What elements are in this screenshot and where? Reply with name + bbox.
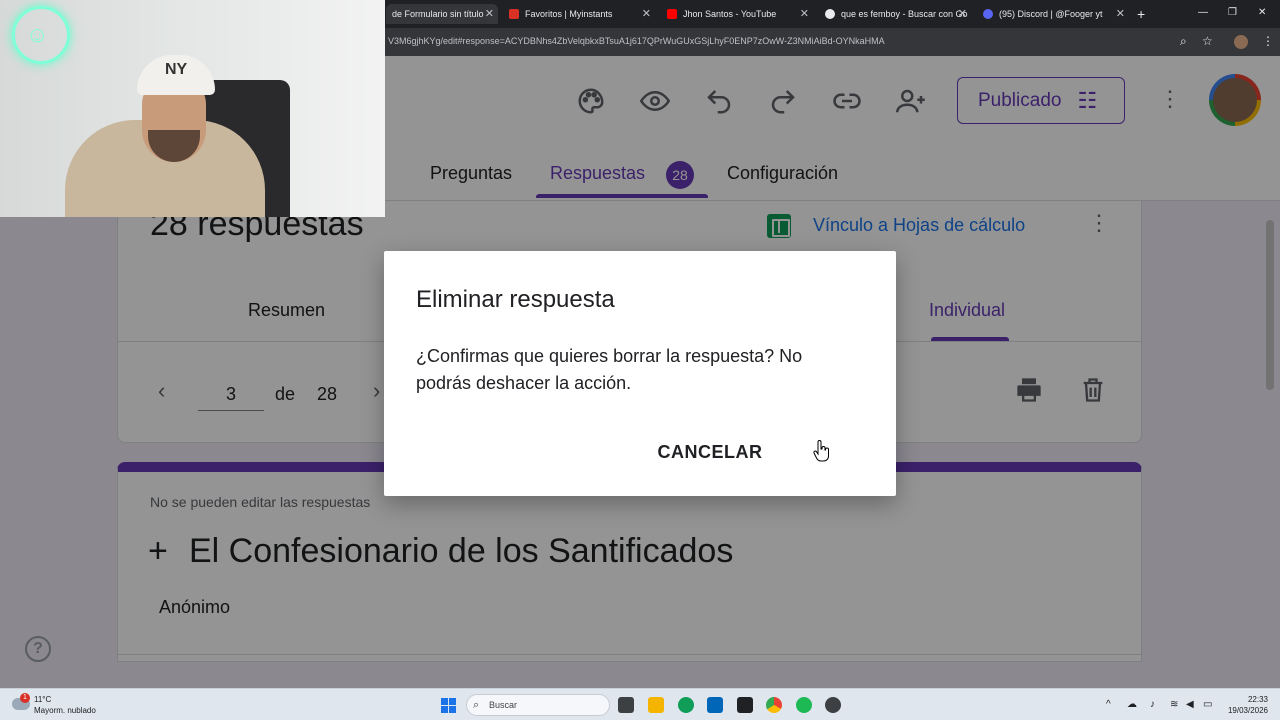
browser-tab-google[interactable]: que es femboy - Buscar con Go ✕ — [819, 4, 971, 24]
new-tab-icon[interactable]: + — [1137, 6, 1145, 22]
obs-icon[interactable] — [825, 697, 841, 713]
close-tab-icon[interactable]: ✕ — [485, 7, 494, 20]
clock-date: 19/03/2026 — [1227, 706, 1268, 715]
windows-start-icon[interactable] — [441, 698, 456, 713]
chrome-icon[interactable] — [766, 697, 782, 713]
close-tab-icon[interactable]: ✕ — [1116, 7, 1125, 20]
wifi-icon[interactable]: ≋ — [1170, 699, 1178, 710]
browser-tab-myinstants[interactable]: Favoritos | Myinstants ✕ — [503, 4, 655, 24]
store-icon[interactable] — [707, 697, 723, 713]
tab-label: que es femboy - Buscar con Go — [841, 9, 968, 19]
tab-label: de Formulario sin título — [392, 9, 484, 19]
browser-tab-youtube[interactable]: Jhon Santos - YouTube ✕ — [661, 4, 813, 24]
browser-profile-icon[interactable] — [1234, 35, 1248, 49]
close-window-icon[interactable]: ✕ — [1258, 7, 1266, 18]
cap-logo: NY — [165, 61, 188, 78]
discord-favicon-icon — [983, 9, 993, 19]
url-text[interactable]: V3M6gjhKYg/edit#response=ACYDBNhs4ZbVelq… — [388, 36, 885, 46]
hand-cursor-icon — [812, 440, 830, 462]
temperature: 11°C — [34, 695, 52, 704]
google-favicon-icon — [825, 9, 835, 19]
volume-icon[interactable]: ◀ — [1186, 699, 1194, 710]
mic-icon[interactable]: ♪ — [1150, 699, 1155, 710]
search-placeholder: Buscar — [489, 700, 518, 710]
dialog-title: Eliminar respuesta — [416, 286, 615, 313]
task-view-icon[interactable] — [618, 697, 634, 713]
weather-description: Mayorm. nublado — [34, 706, 96, 715]
battery-icon[interactable]: ▭ — [1203, 699, 1212, 710]
windows-taskbar: 1 11°C Mayorm. nublado ⌕ Buscar ^ ☁ ♪ ≋ … — [0, 688, 1280, 720]
tab-label: Favoritos | Myinstants — [525, 9, 613, 19]
zoom-icon[interactable]: ⌕ — [1180, 34, 1187, 49]
bookmark-star-icon[interactable]: ☆ — [1202, 34, 1213, 48]
minimize-icon[interactable]: — — [1198, 7, 1208, 18]
chevron-up-icon[interactable]: ^ — [1106, 699, 1111, 710]
browser-tab-discord[interactable]: (95) Discord | @Fooger yt ✕ — [977, 4, 1129, 24]
notification-badge: 1 — [20, 693, 30, 703]
webcam-overlay: ☺ NY — [0, 0, 385, 217]
taskbar-search-input[interactable]: ⌕ Buscar — [466, 694, 610, 716]
tab-label: (95) Discord | @Fooger yt — [999, 9, 1103, 19]
restore-icon[interactable]: ❐ — [1228, 7, 1237, 18]
dialog-message: ¿Confirmas que quieres borrar la respues… — [416, 346, 803, 393]
close-tab-icon[interactable]: ✕ — [642, 7, 651, 20]
system-clock[interactable]: 22:33 19/03/2026 — [1222, 694, 1268, 716]
search-icon: ⌕ — [473, 699, 480, 711]
browser-menu-icon[interactable]: ⋮ — [1262, 34, 1274, 48]
cancel-button[interactable]: CANCELAR — [646, 433, 774, 471]
browser-tab-forms[interactable]: de Formulario sin título ✕ — [386, 4, 498, 24]
network-icon[interactable]: ☁ — [1127, 699, 1137, 710]
myinstants-favicon-icon — [509, 9, 519, 19]
edge-icon[interactable] — [678, 697, 694, 713]
file-explorer-icon[interactable] — [648, 697, 664, 713]
spotify-icon[interactable] — [796, 697, 812, 713]
neon-face-icon: ☺ — [26, 22, 49, 47]
close-tab-icon[interactable]: ✕ — [958, 7, 967, 20]
y-app-icon[interactable] — [737, 697, 753, 713]
tab-label: Jhon Santos - YouTube — [683, 9, 777, 19]
youtube-favicon-icon — [667, 9, 677, 19]
close-tab-icon[interactable]: ✕ — [800, 7, 809, 20]
clock-time: 22:33 — [1247, 695, 1268, 704]
